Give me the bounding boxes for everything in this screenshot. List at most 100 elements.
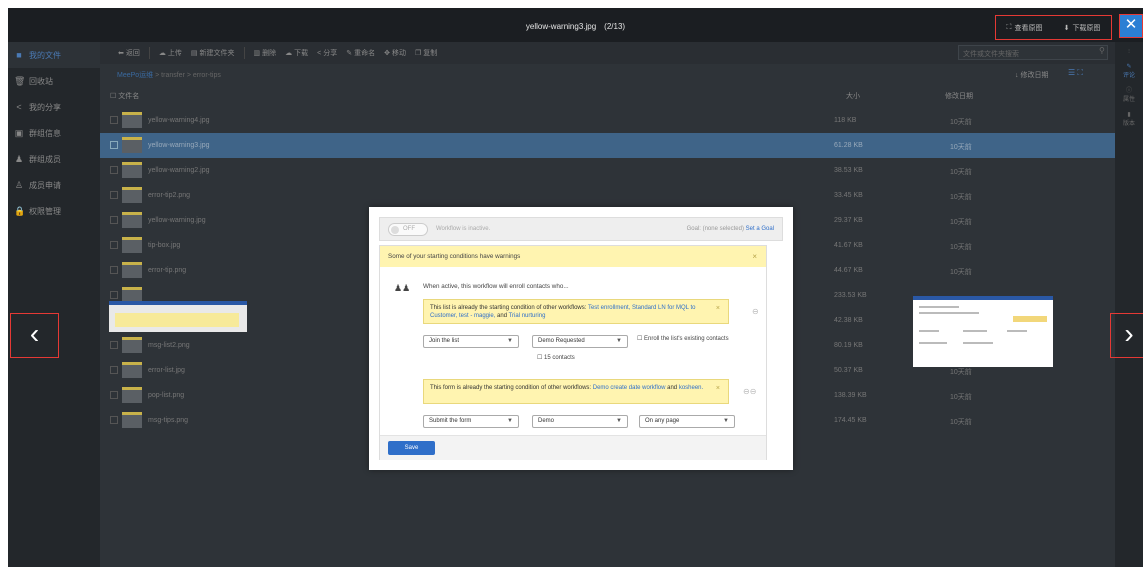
download-original-button[interactable]: ⬇ 下载原图	[1064, 23, 1101, 33]
sidebar-item-recycle-bin[interactable]: 🗑 回收站	[8, 68, 100, 94]
warning-title: Some of your starting conditions have wa…	[388, 253, 521, 260]
row-checkbox[interactable]	[110, 416, 118, 424]
version-tab[interactable]: ▮ 版本	[1115, 111, 1143, 129]
sidebar-item-my-files[interactable]: ■ 我的文件	[8, 42, 100, 68]
row-checkbox[interactable]	[110, 241, 118, 249]
row-checkbox[interactable]	[110, 391, 118, 399]
new-folder-button[interactable]: ▤ 新建文件夹	[191, 48, 235, 58]
row-checkbox[interactable]	[110, 366, 118, 374]
file-thumbnail	[122, 362, 142, 378]
file-name[interactable]: yellow-warning.jpg	[148, 217, 206, 224]
thumbnail-line	[963, 342, 993, 344]
copy-label: 复制	[423, 50, 438, 57]
sidebar-item-permissions[interactable]: 🔒 权限管理	[8, 198, 100, 224]
next-image-thumbnail[interactable]	[913, 296, 1053, 367]
column-header-name[interactable]: ☐ 文件名	[110, 91, 139, 101]
table-row[interactable]: yellow-warning2.jpg 38.53 KB 10天前	[100, 158, 1115, 183]
edit-icon: ✎	[1126, 64, 1132, 70]
sidebar-item-label: 群组成员	[29, 154, 61, 164]
sidebar-item-group-info[interactable]: ▣ 群组信息	[8, 120, 100, 146]
row-checkbox[interactable]	[110, 141, 118, 149]
warning-banner: Some of your starting conditions have wa…	[380, 246, 766, 267]
comment-tab[interactable]: ✎ 评论	[1115, 63, 1143, 81]
view-toggle[interactable]: ☰ ⛶	[1068, 68, 1083, 78]
row-checkbox[interactable]	[110, 116, 118, 124]
rename-button[interactable]: ✎ 重命名	[346, 48, 375, 58]
close-icon[interactable]: ✕	[1119, 14, 1143, 38]
sidebar-item-member-requests[interactable]: ♙ 成员申请	[8, 172, 100, 198]
delete-button[interactable]: ▥ 删除	[254, 48, 277, 58]
thumbnail-warning-band	[115, 313, 239, 327]
move-button[interactable]: ✥ 移动	[384, 48, 406, 58]
goal-prefix: Goal: (none selected)	[686, 226, 744, 232]
sidebar-item-group-members[interactable]: ♟ 群组成员	[8, 146, 100, 172]
file-date: 10天前	[950, 119, 972, 126]
sidebar-item-label: 成员申请	[29, 180, 61, 190]
row-checkbox[interactable]	[110, 291, 118, 299]
row-checkbox[interactable]	[110, 341, 118, 349]
trash-icon: ▥	[253, 50, 261, 57]
share-label: 分享	[323, 50, 338, 57]
file-name[interactable]: error-list.jpg	[148, 367, 185, 374]
file-name[interactable]: yellow-warning4.jpg	[148, 117, 209, 124]
divider	[243, 47, 245, 59]
share-button[interactable]: < 分享	[317, 48, 337, 58]
sidebar-item-label: 群组信息	[29, 128, 61, 138]
file-size: 50.37 KB	[834, 367, 863, 374]
table-row[interactable]: error-tip2.png 33.45 KB 10天前	[100, 183, 1115, 208]
table-row[interactable]: yellow-warning4.jpg 118 KB 10天前	[100, 108, 1115, 133]
search-input[interactable]: 文件或文件夹搜索	[958, 45, 1108, 60]
collapse-icon[interactable]: ⫶	[1115, 48, 1143, 57]
file-name[interactable]: error-tip2.png	[148, 192, 190, 199]
contact-count-label: 15 contacts	[544, 355, 575, 361]
sidebar-item-my-shares[interactable]: < 我的分享	[8, 94, 100, 120]
thumbnail-line	[919, 312, 979, 314]
back-button[interactable]: ⬅ 返回	[118, 48, 140, 58]
row-checkbox[interactable]	[110, 166, 118, 174]
file-size: 44.67 KB	[834, 267, 863, 274]
table-row[interactable]: yellow-warning3.jpg 61.28 KB 10天前	[100, 133, 1115, 158]
breadcrumb-root-link[interactable]: MeePo运维	[117, 72, 153, 79]
row-checkbox[interactable]	[110, 266, 118, 274]
file-name[interactable]: tip-box.jpg	[148, 242, 180, 249]
move-label: 移动	[391, 50, 406, 57]
rename-label: 重命名	[354, 50, 376, 57]
column-header-date[interactable]: 修改日期	[945, 91, 973, 101]
column-header-size[interactable]: 大小	[846, 91, 860, 101]
copy-button[interactable]: ❐ 复制	[415, 48, 437, 58]
file-name[interactable]: msg-tips.png	[148, 417, 188, 424]
viewer-actions: ⛶ 查看原图 ⬇ 下载原图	[995, 15, 1112, 40]
file-thumbnail	[122, 262, 142, 278]
list-view-icon[interactable]: ☰	[1068, 68, 1075, 77]
previous-image-button[interactable]: ‹	[10, 313, 59, 358]
thumbnail-line	[963, 330, 987, 332]
row-checkbox[interactable]	[110, 191, 118, 199]
previous-image-thumbnail[interactable]	[109, 301, 247, 332]
file-name[interactable]: error-tip.png	[148, 267, 186, 274]
share-icon: <	[317, 49, 322, 57]
workflow-link: Trial nurturing	[508, 313, 546, 319]
download-button[interactable]: ☁ 下载	[285, 48, 308, 58]
select-value: Join the list	[429, 338, 460, 344]
card-footer: Save	[380, 435, 766, 460]
file-name[interactable]: yellow-warning3.jpg	[148, 142, 209, 149]
upload-icon: ☁	[158, 50, 166, 57]
file-name[interactable]: yellow-warning2.jpg	[148, 167, 209, 174]
file-size: 61.28 KB	[834, 142, 863, 149]
file-name[interactable]: pop-list.png	[148, 392, 184, 399]
file-size: 29.37 KB	[834, 217, 863, 224]
copy-icon: ❐	[414, 50, 422, 57]
next-image-button[interactable]: ›	[1110, 313, 1143, 358]
thumbnail-header	[913, 296, 1053, 300]
upload-button[interactable]: ☁ 上传	[159, 48, 182, 58]
grid-view-icon[interactable]: ⛶	[1077, 68, 1083, 77]
workflow-toggle: OFF	[388, 223, 428, 236]
sort-toggle[interactable]: ↓ 修改日期	[1015, 70, 1048, 80]
search-icon[interactable]: ⚲	[1099, 46, 1105, 55]
row-checkbox[interactable]	[110, 216, 118, 224]
detail-sidebar: ⫶ ✎ 评论 ⓘ 属性 ▮ 版本	[1115, 42, 1143, 567]
file-name[interactable]: msg-list2.png	[148, 342, 190, 349]
info-tab[interactable]: ⓘ 属性	[1115, 87, 1143, 105]
view-original-button[interactable]: ⛶ 查看原图	[1007, 23, 1043, 33]
download-icon: ☁	[285, 50, 293, 57]
